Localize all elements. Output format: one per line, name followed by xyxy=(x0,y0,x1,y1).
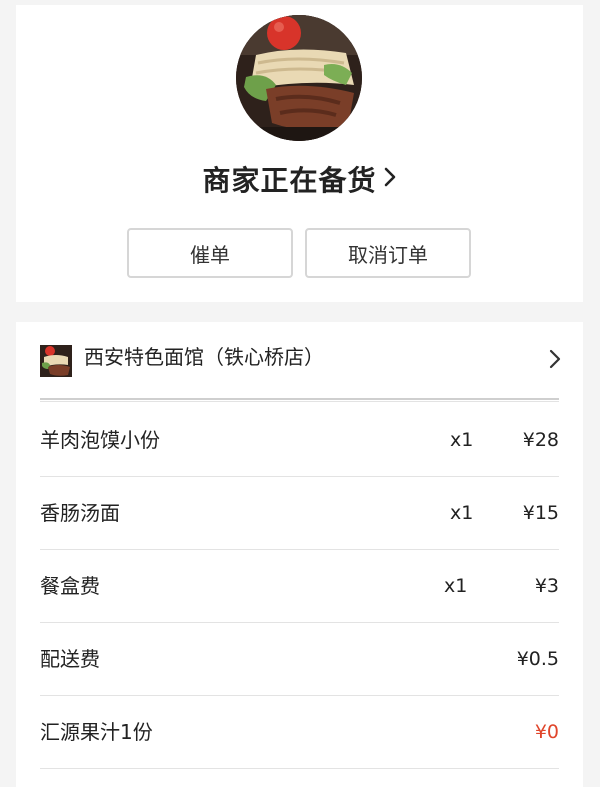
order-status-title: 商家正在备货 xyxy=(202,164,377,197)
item-name: 香肠汤面 xyxy=(40,501,120,525)
order-status-link[interactable]: 商家正在备货 xyxy=(16,155,583,203)
item-price: ¥3 xyxy=(534,575,559,597)
noodle-thumbnail-icon xyxy=(40,345,72,377)
cancel-order-button[interactable]: 取消订单 xyxy=(305,228,471,278)
delivery-fee-row: 配送费 ¥0.5 xyxy=(40,623,559,696)
shop-thumbnail xyxy=(40,345,72,377)
order-item-row: 餐盒费 x1 ¥3 xyxy=(40,550,559,623)
item-name: 配送费 xyxy=(40,647,100,671)
shop-avatar xyxy=(236,15,362,141)
order-detail-page: 商家正在备货 催单 取消订单 西安特色面馆（铁心桥店） 羊肉泡馍小份 x1 ¥2… xyxy=(0,0,600,787)
order-item-row: 香肠汤面 x1 ¥15 xyxy=(40,477,559,550)
urge-order-button[interactable]: 催单 xyxy=(127,228,293,278)
section-divider xyxy=(40,398,559,402)
item-price: ¥15 xyxy=(522,502,559,524)
item-price: ¥0.5 xyxy=(516,648,559,670)
item-name: 羊肉泡馍小份 xyxy=(40,428,160,452)
item-name: 汇源果汁1份 xyxy=(40,720,153,744)
chevron-right-icon xyxy=(383,166,397,192)
item-quantity: x1 xyxy=(444,575,468,597)
shop-link-row[interactable]: 西安特色面馆（铁心桥店） xyxy=(16,322,583,398)
order-item-row: 羊肉泡馍小份 x1 ¥28 xyxy=(40,404,559,477)
order-status-card: 商家正在备货 催单 取消订单 xyxy=(16,5,583,302)
item-quantity: x1 xyxy=(450,429,474,451)
shop-name: 西安特色面馆（铁心桥店） xyxy=(84,345,324,369)
chevron-right-icon xyxy=(549,349,561,373)
item-name: 餐盒费 xyxy=(40,574,100,598)
gift-item-row: 汇源果汁1份 ¥0 xyxy=(40,696,559,769)
item-price: ¥28 xyxy=(522,429,559,451)
item-price: ¥0 xyxy=(534,721,559,743)
item-quantity: x1 xyxy=(450,502,474,524)
order-items-card: 西安特色面馆（铁心桥店） 羊肉泡馍小份 x1 ¥28 香肠汤面 x1 ¥15 餐… xyxy=(16,322,583,787)
noodle-photo-icon xyxy=(236,15,362,141)
